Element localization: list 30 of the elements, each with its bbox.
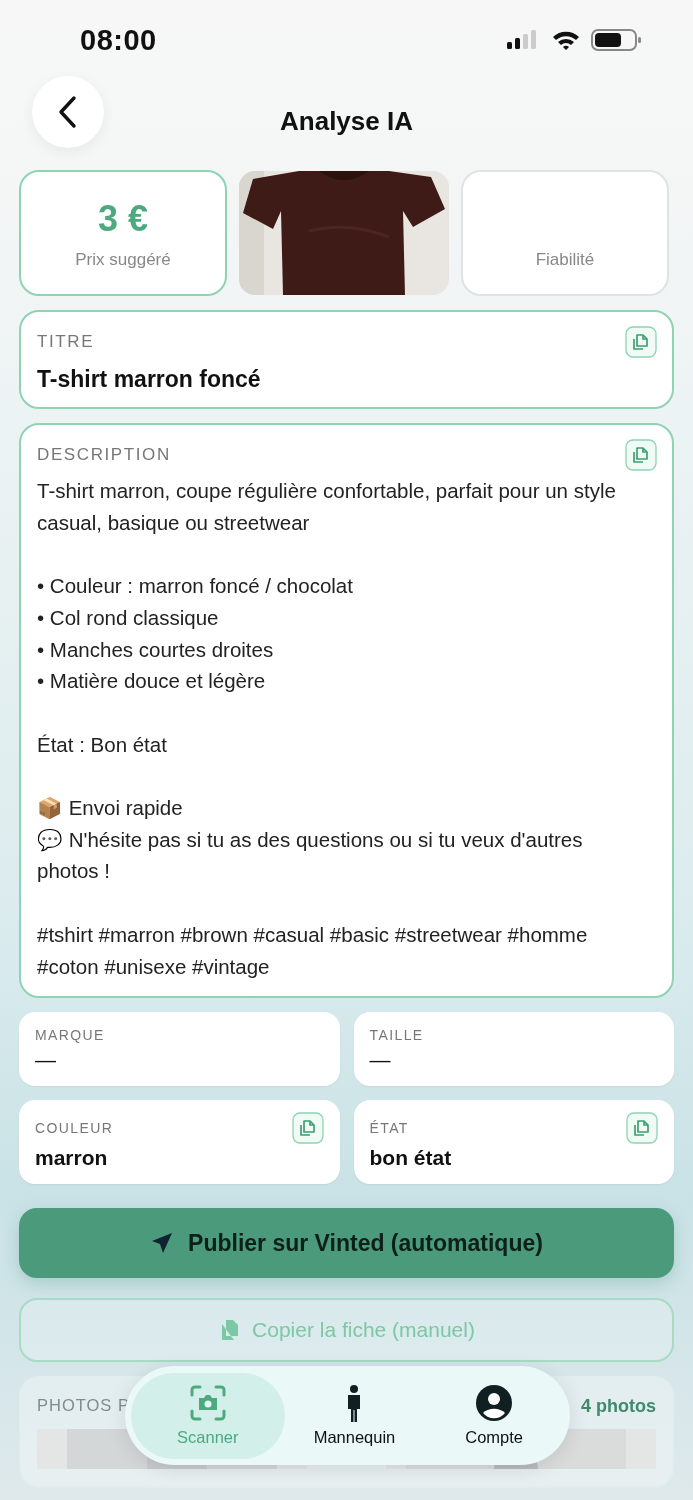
tab-button[interactable]: Mannequin <box>284 1372 425 1459</box>
field-label: TAILLE <box>369 1027 424 1044</box>
field-label: COULEUR <box>35 1120 114 1137</box>
status-time: 08:00 <box>80 23 157 57</box>
field-label: TITRE <box>37 332 95 352</box>
field-value: bon état <box>369 1146 453 1171</box>
price-label: Prix suggéré <box>75 250 171 270</box>
battery-icon <box>591 28 643 52</box>
page-title: Analyse IA <box>280 105 413 137</box>
reliability-label: Fiabilité <box>535 250 595 270</box>
title-value: T-shirt marron foncé <box>37 366 262 393</box>
suggested-price: 3 € <box>97 198 148 240</box>
publish-button[interactable]: Publier sur Vinted (automatique) <box>19 1208 674 1279</box>
copy-button[interactable] <box>626 1112 658 1145</box>
photo-count: 4 photos <box>581 1396 656 1418</box>
field-label: ÉTAT <box>369 1120 409 1137</box>
description-text: T-shirt marron, coupe régulière confortable, parfait pour un style casual, basique ou streetwear • Couleur : marron foncé / chocolat • Col rond classique • Manches courtes droites • Matière douce et légère État : Bon état 📦 Envoi rapide 💬 N'hésite pas si tu as des questions ou si tu veux d'autres photos ! #tshirt #marron #brown #casual #basic #streetwear #homme #coton #unisexe #vintage <box>37 478 617 980</box>
account-icon <box>475 1384 514 1422</box>
field-label: DESCRIPTION <box>37 445 171 465</box>
copy-button[interactable] <box>625 326 657 358</box>
field-value: — <box>35 1048 57 1073</box>
tab-button[interactable]: Compte <box>424 1372 564 1459</box>
copy-button[interactable] <box>291 1112 324 1145</box>
field-value: marron <box>35 1146 109 1171</box>
wifi-icon <box>551 29 581 51</box>
copy-button[interactable] <box>625 439 657 471</box>
field-label: MARQUE <box>35 1027 105 1044</box>
camera-scan-icon <box>188 1384 227 1422</box>
field-value: — <box>369 1048 392 1073</box>
person-icon <box>347 1384 362 1422</box>
